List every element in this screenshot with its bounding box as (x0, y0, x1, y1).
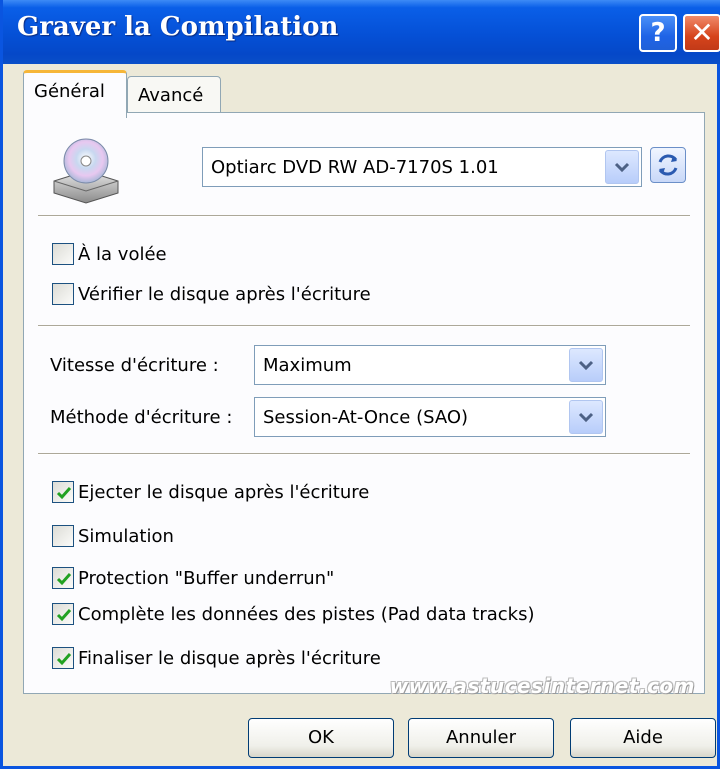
refresh-icon (658, 154, 678, 176)
write-speed-label: Vitesse d'écriture : (50, 355, 219, 376)
option-buffer-underrun[interactable]: Protection "Buffer underrun" (52, 567, 334, 589)
watermark-text: www.astucesinternet.com (389, 674, 695, 698)
drive-select[interactable]: Optiarc DVD RW AD-7170S 1.01 (202, 147, 642, 187)
close-button[interactable]: ✕ (683, 14, 720, 52)
option-label: Vérifier le disque après l'écriture (78, 283, 371, 305)
option-label: Simulation (78, 525, 174, 547)
option-label: Protection "Buffer underrun" (78, 567, 335, 589)
option-simulation[interactable]: Simulation (52, 525, 174, 547)
checkbox-checked[interactable] (52, 647, 74, 669)
tab-general[interactable]: Général (23, 70, 127, 118)
option-eject-disc[interactable]: Ejecter le disque après l'écriture (52, 481, 369, 503)
option-label: Complète les données des pistes (Pad dat… (78, 603, 535, 625)
option-finalize-disc[interactable]: Finaliser le disque après l'écriture (52, 647, 381, 669)
option-label: À la volée (78, 243, 167, 265)
checkbox-checked[interactable] (52, 567, 74, 589)
refresh-button[interactable] (650, 147, 686, 183)
help-dialog-button[interactable]: Aide (570, 718, 716, 758)
option-on-the-fly[interactable]: À la volée (52, 243, 167, 265)
chevron-down-icon[interactable] (569, 400, 603, 434)
general-panel: Optiarc DVD RW AD-7170S 1.01 À la volée … (23, 112, 705, 694)
checkbox-checked[interactable] (52, 603, 74, 625)
window-title: Graver la Compilation (17, 12, 339, 42)
option-pad-data-tracks[interactable]: Complète les données des pistes (Pad dat… (52, 603, 535, 625)
tab-advanced[interactable]: Avancé (127, 76, 221, 114)
chevron-down-icon[interactable] (569, 348, 603, 382)
chevron-down-icon[interactable] (605, 150, 639, 184)
tab-general-label: Général (34, 81, 105, 102)
checkmark-icon (56, 653, 72, 666)
option-verify-disc[interactable]: Vérifier le disque après l'écriture (52, 283, 371, 305)
checkmark-icon (56, 487, 72, 500)
drive-select-value: Optiarc DVD RW AD-7170S 1.01 (211, 157, 499, 178)
checkmark-icon (56, 573, 72, 586)
cd-drive-icon (53, 138, 119, 204)
help-button[interactable]: ? (639, 14, 677, 52)
ok-button[interactable]: OK (248, 718, 394, 758)
checkbox[interactable] (52, 525, 74, 547)
write-method-label: Méthode d'écriture : (50, 407, 233, 428)
tab-advanced-label: Avancé (138, 85, 204, 106)
checkbox[interactable] (52, 283, 74, 305)
cancel-button[interactable]: Annuler (408, 718, 554, 758)
checkmark-icon (56, 609, 72, 622)
write-speed-value: Maximum (263, 355, 352, 376)
option-label: Ejecter le disque après l'écriture (78, 481, 370, 503)
checkbox-checked[interactable] (52, 481, 74, 503)
burn-dialog-window: Graver la Compilation ? ✕ Général Avancé (0, 0, 720, 769)
title-bar[interactable]: Graver la Compilation ? ✕ (3, 0, 720, 64)
write-method-select[interactable]: Session-At-Once (SAO) (254, 397, 606, 437)
checkbox[interactable] (52, 243, 74, 265)
option-label: Finaliser le disque après l'écriture (78, 647, 381, 669)
separator (38, 325, 690, 327)
write-method-value: Session-At-Once (SAO) (263, 407, 469, 428)
separator (38, 215, 690, 217)
write-speed-select[interactable]: Maximum (254, 345, 606, 385)
separator (38, 453, 690, 455)
